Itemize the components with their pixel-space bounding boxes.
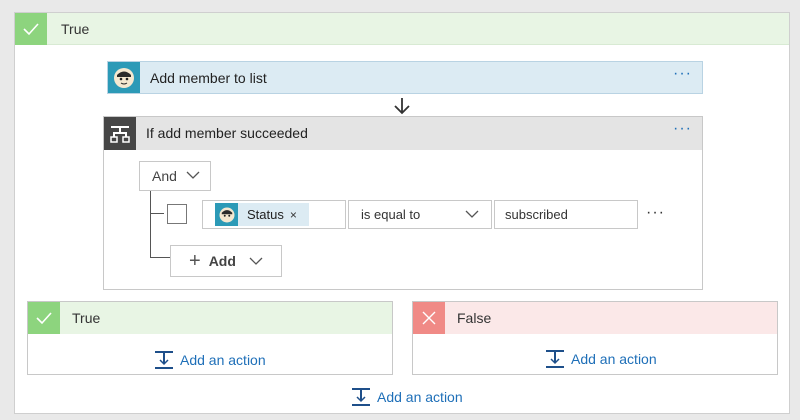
if-false-header[interactable]: False [413, 302, 777, 334]
close-icon [413, 302, 445, 334]
add-action-label: Add an action [377, 389, 463, 405]
group-operator-value: And [152, 168, 177, 184]
add-button-label: Add [208, 253, 236, 269]
check-icon [15, 13, 47, 45]
add-action-icon [546, 350, 564, 368]
if-false-title: False [457, 310, 492, 326]
chevron-down-icon [186, 171, 200, 179]
down-arrow-icon [394, 98, 410, 115]
check-icon [28, 302, 60, 334]
true-branch-header[interactable]: True [15, 13, 789, 45]
add-member-action-card[interactable]: Add member to list ··· [107, 61, 703, 94]
mailchimp-icon [215, 203, 238, 226]
if-true-branch: True Add an action [27, 301, 393, 375]
add-condition-button[interactable]: + Add [170, 245, 282, 277]
condition-icon [104, 117, 136, 150]
chevron-down-icon [249, 257, 263, 265]
status-token: Status × [215, 203, 309, 226]
condition-header[interactable]: If add member succeeded ··· [104, 117, 702, 150]
if-false-branch: False Add an action [412, 301, 778, 375]
action-card-menu[interactable]: ··· [673, 65, 692, 83]
group-operator-dropdown[interactable]: And [139, 161, 211, 191]
comparison-operator-dropdown[interactable]: is equal to [348, 200, 492, 229]
condition-row-menu[interactable]: ··· [646, 204, 665, 222]
condition-value-input[interactable]: subscribed [494, 200, 638, 229]
condition-left-operand[interactable]: Status × [202, 200, 346, 229]
tree-connector [150, 213, 164, 214]
row-select-checkbox[interactable] [167, 204, 187, 224]
true-branch-title: True [61, 21, 90, 37]
add-action-link-false[interactable]: Add an action [545, 349, 657, 369]
mailchimp-icon [108, 62, 140, 93]
condition-title: If add member succeeded [146, 125, 308, 141]
add-action-label: Add an action [571, 351, 657, 367]
condition-menu[interactable]: ··· [673, 120, 692, 138]
chevron-down-icon [465, 210, 479, 218]
tree-connector [150, 191, 151, 257]
if-true-title: True [72, 310, 101, 326]
add-action-link-bottom[interactable]: Add an action [351, 387, 463, 407]
comparison-operator-value: is equal to [361, 207, 421, 222]
if-true-header[interactable]: True [28, 302, 392, 334]
close-icon[interactable]: × [290, 208, 297, 222]
true-branch-container: True Add member to list ··· If add membe… [14, 12, 790, 414]
add-action-icon [352, 388, 370, 406]
add-action-link-true[interactable]: Add an action [154, 350, 266, 370]
tree-connector [150, 257, 170, 258]
condition-card: If add member succeeded ··· And Status ×… [103, 116, 703, 290]
token-label: Status [247, 207, 284, 222]
plus-icon: + [189, 250, 201, 272]
add-action-icon [155, 351, 173, 369]
add-action-label: Add an action [180, 352, 266, 368]
action-card-title: Add member to list [150, 70, 267, 86]
